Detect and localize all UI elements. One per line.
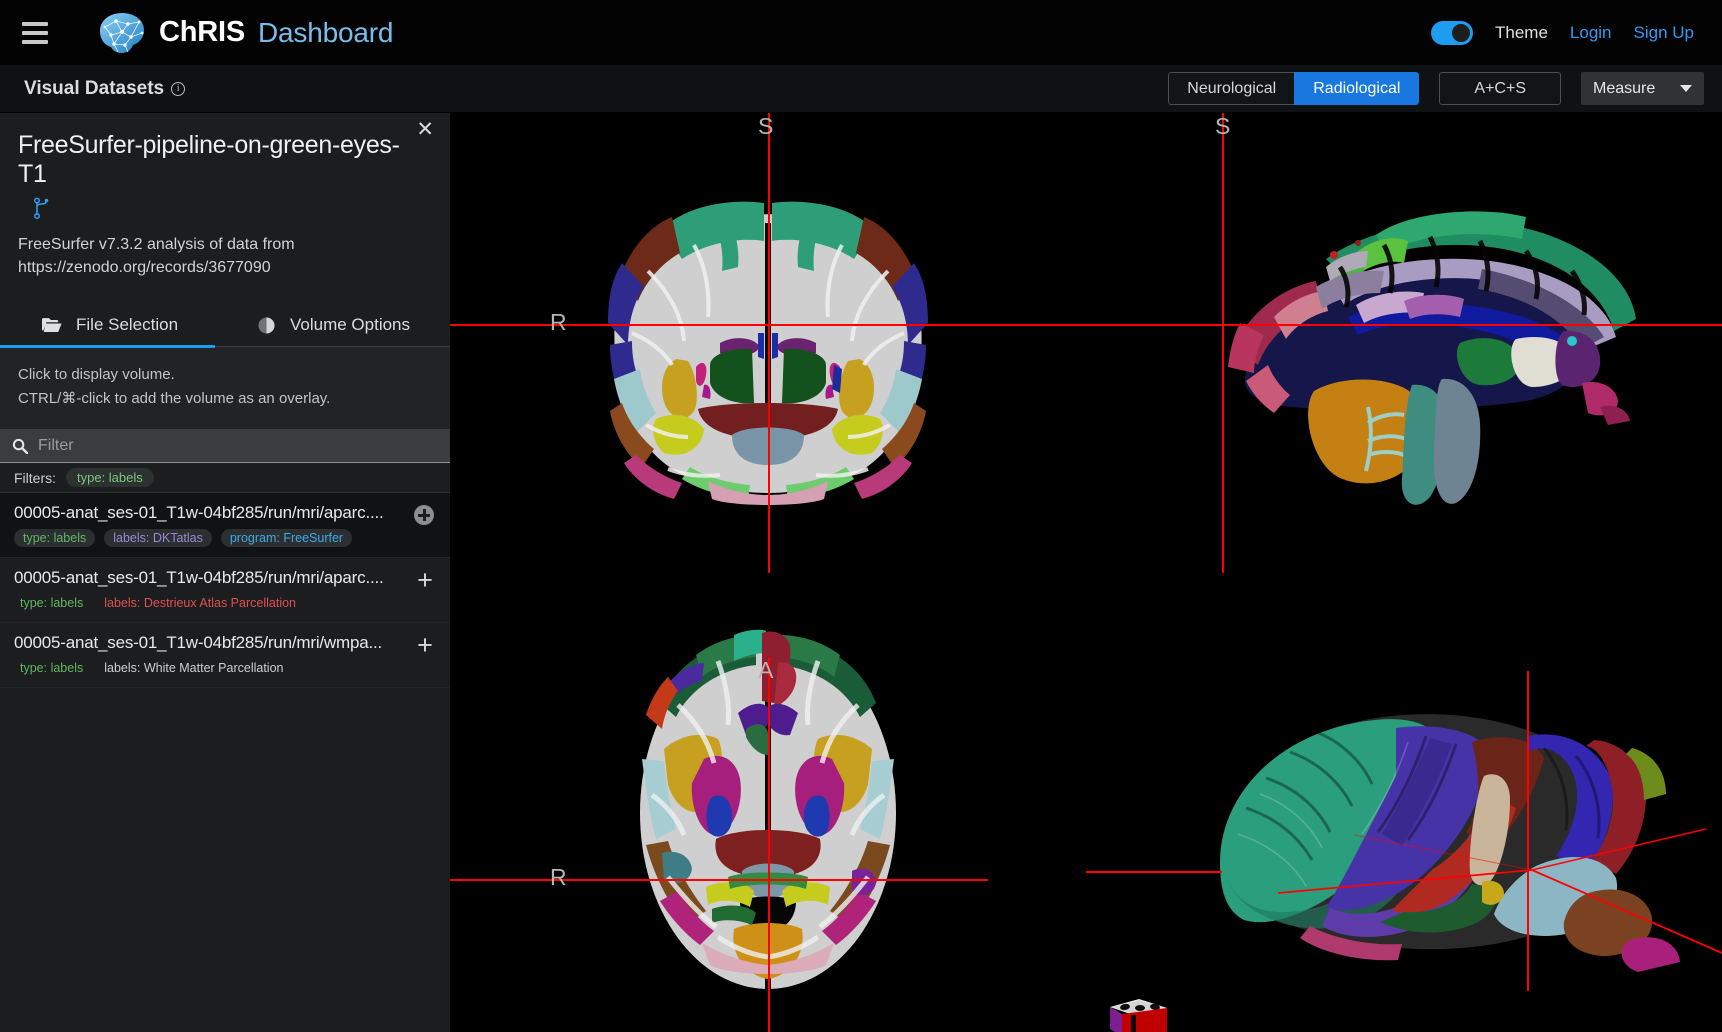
- file-tag: labels: Destrieux Atlas Parcellation: [104, 596, 296, 610]
- theme-label: Theme: [1494, 22, 1548, 42]
- plus-glyph: +: [417, 565, 433, 595]
- viewport-3d-render[interactable]: [1086, 573, 1722, 1032]
- file-name: 00005-anat_ses-01_T1w-04bf285/run/mri/ap…: [14, 568, 384, 587]
- hamburger-menu-icon[interactable]: [22, 21, 48, 44]
- brain-3d-surface-render: [1086, 573, 1722, 1032]
- sagittal-slice-image: [1086, 113, 1722, 573]
- viewer-toolbar: Visual Datasets i Neurological Radiologi…: [0, 65, 1722, 113]
- brand-subtitle: Dashboard: [258, 16, 394, 48]
- close-icon[interactable]: ✕: [416, 119, 434, 140]
- top-right-controls: Theme Login Sign Up: [1430, 20, 1694, 45]
- dataset-description: FreeSurfer v7.3.2 analysis of data from …: [18, 236, 295, 276]
- filter-search-row[interactable]: [0, 429, 450, 463]
- file-list: 00005-anat_ses-01_T1w-04bf285/run/mri/ap…: [0, 493, 450, 688]
- measure-dropdown-label: Measure: [1593, 79, 1656, 97]
- file-tag: type: labels: [20, 661, 84, 675]
- chevron-down-icon: [1680, 85, 1692, 92]
- active-filters-bar: Filters: type: labels: [0, 463, 450, 493]
- measure-dropdown[interactable]: Measure: [1581, 72, 1704, 105]
- filter-chip-type-labels[interactable]: type: labels: [66, 468, 154, 487]
- theme-toggle-switch[interactable]: [1430, 20, 1473, 45]
- tab-volume-options-label: Volume Options: [290, 315, 411, 334]
- plus-circle-glyph: [414, 505, 434, 525]
- view-mode-neurological-button[interactable]: Neurological: [1168, 72, 1295, 105]
- usage-hints: Click to display volume. CTRL/⌘-click to…: [0, 347, 450, 429]
- list-item[interactable]: 00005-anat_ses-01_T1w-04bf285/run/mri/ap…: [0, 493, 450, 558]
- signup-link[interactable]: Sign Up: [1634, 23, 1694, 43]
- layout-acs-button[interactable]: A+C+S: [1439, 72, 1561, 105]
- view-mode-segmented-control: Neurological Radiological: [1168, 72, 1420, 105]
- tab-file-selection-label: File Selection: [76, 315, 179, 334]
- toolbar-right-controls: Neurological Radiological A+C+S Measure: [1168, 72, 1704, 105]
- chris-brain-logo-icon: [100, 12, 144, 53]
- orientation-cube-glyph: [1110, 999, 1167, 1032]
- brand-name: ChRIS: [159, 16, 246, 48]
- file-tag: labels: DKTatlas: [104, 529, 212, 547]
- filter-input[interactable]: [38, 436, 438, 455]
- list-item[interactable]: 00005-anat_ses-01_T1w-04bf285/run/mri/wm…: [0, 623, 450, 688]
- plus-glyph: +: [417, 630, 433, 660]
- view-mode-radiological-button[interactable]: Radiological: [1294, 72, 1420, 105]
- folder-open-icon: [42, 318, 62, 333]
- coronal-slice-image: [450, 113, 1086, 573]
- file-tag: type: labels: [20, 596, 84, 610]
- hamburger-bar: [22, 21, 48, 26]
- top-navigation-bar: ChRIS Dashboard Theme Login Sign Up: [0, 0, 1722, 65]
- orientation-cube-icon[interactable]: [1095, 995, 1173, 1032]
- brand-logo-link[interactable]: ChRIS Dashboard: [98, 11, 393, 55]
- file-name: 00005-anat_ses-01_T1w-04bf285/run/mri/ap…: [14, 503, 384, 522]
- file-tag: labels: White Matter Parcellation: [104, 661, 284, 675]
- tab-file-selection[interactable]: File Selection: [0, 303, 215, 348]
- page-title-text: Visual Datasets: [24, 77, 165, 99]
- mri-viewer[interactable]: S R S A R: [450, 113, 1722, 1032]
- panel-tabs: File Selection Volume Options: [0, 303, 450, 348]
- plus-circle-filled-icon[interactable]: [414, 505, 436, 527]
- viewport-axial[interactable]: A R: [450, 573, 1086, 1032]
- plus-icon[interactable]: +: [414, 630, 436, 660]
- hamburger-bar: [22, 30, 48, 35]
- viewport-sagittal[interactable]: S P: [1086, 113, 1722, 573]
- viewport-coronal[interactable]: S R: [450, 113, 1086, 573]
- axial-slice-image: [450, 573, 1086, 1032]
- plus-icon[interactable]: +: [414, 565, 436, 595]
- git-branch-icon[interactable]: [33, 197, 51, 219]
- file-tag: type: labels: [14, 529, 96, 547]
- list-item[interactable]: 00005-anat_ses-01_T1w-04bf285/run/mri/ap…: [0, 558, 450, 623]
- filters-label: Filters:: [14, 469, 56, 486]
- search-icon: [12, 438, 28, 454]
- login-link[interactable]: Login: [1570, 23, 1612, 43]
- hint-ctrl-click: CTRL/⌘-click to add the volume as an ove…: [18, 390, 331, 407]
- hamburger-bar: [22, 39, 48, 44]
- hint-click: Click to display volume.: [18, 366, 175, 383]
- file-tags: type: labels labels: DKTatlas program: F…: [14, 529, 404, 547]
- file-tags: type: labels labels: Destrieux Atlas Par…: [14, 594, 404, 612]
- file-name: 00005-anat_ses-01_T1w-04bf285/run/mri/wm…: [14, 633, 383, 652]
- tab-volume-options[interactable]: Volume Options: [215, 303, 410, 347]
- info-icon[interactable]: i: [171, 81, 186, 96]
- file-tags: type: labels labels: White Matter Parcel…: [14, 659, 404, 677]
- file-tag: program: FreeSurfer: [220, 529, 353, 547]
- brain-contrast-icon: [258, 317, 275, 333]
- dataset-title: FreeSurfer-pipeline-on-green-eyes-T1: [18, 131, 400, 188]
- page-title: Visual Datasets i: [24, 77, 186, 100]
- dataset-side-panel: ✕ FreeSurfer-pipeline-on-green-eyes-T1 F…: [0, 113, 450, 1032]
